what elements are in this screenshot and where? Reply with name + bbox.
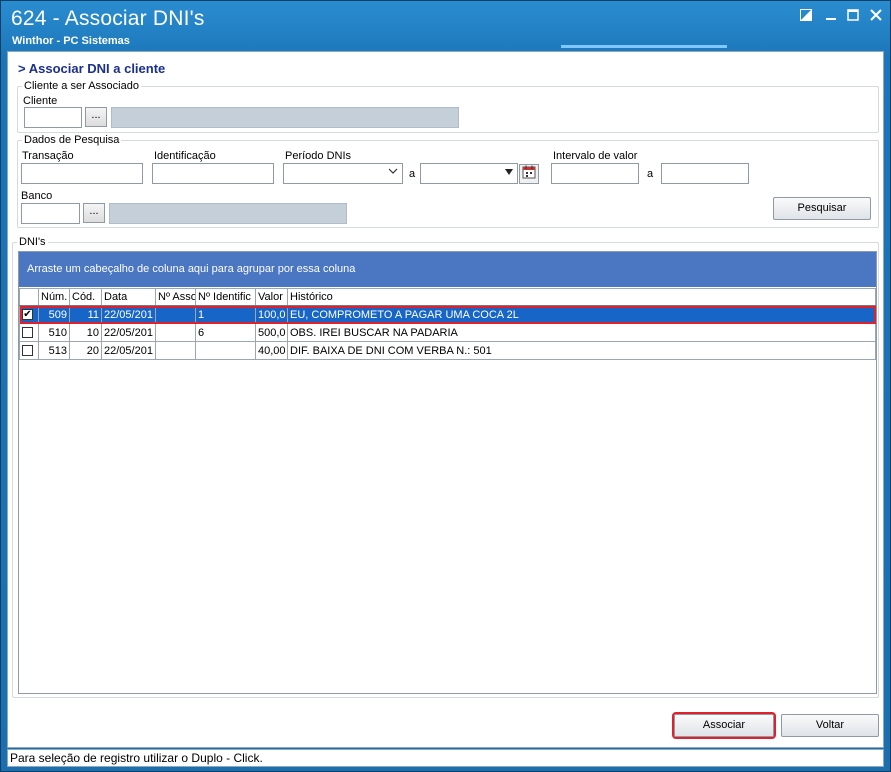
cell-ident: 6	[195, 323, 256, 342]
row-checkbox[interactable]	[22, 327, 33, 339]
column-header-cod[interactable]: Cód.	[69, 288, 102, 306]
calendar-icon[interactable]	[519, 164, 539, 184]
row-checkbox-cell[interactable]	[19, 323, 39, 342]
table-row[interactable]: ✔ 509 11 22/05/201 1 100,0 EU, COMPROMET…	[19, 305, 876, 324]
section-title: > Associar DNI a cliente	[18, 61, 166, 76]
column-header-historico[interactable]: Histórico	[287, 288, 876, 306]
intervalo-to-field[interactable]	[661, 163, 749, 184]
cell-ident	[195, 341, 256, 360]
cell-assoc	[155, 341, 196, 360]
table-header-row: Núm. Cód. Data Nº Associ Nº Identific Va…	[19, 288, 876, 306]
table-row[interactable]: 513 20 22/05/201 40,00 DIF. BAIXA DE DNI…	[19, 341, 876, 360]
restore-down-icon[interactable]	[797, 8, 815, 24]
cell-num: 509	[38, 305, 70, 324]
column-header-num[interactable]: Núm.	[38, 288, 70, 306]
status-bar: Para seleção de registro utilizar o Dupl…	[7, 749, 884, 767]
cell-cod: 10	[69, 323, 102, 342]
cliente-name-field	[111, 107, 459, 128]
column-header-assoc[interactable]: Nº Associ	[155, 288, 196, 306]
identificacao-field[interactable]	[152, 163, 274, 184]
row-checkbox-cell[interactable]: ✔	[19, 305, 39, 324]
title-accent-bar	[561, 45, 727, 48]
cell-valor: 500,0	[255, 323, 288, 342]
dni-grid: Arraste um cabeçalho de coluna aqui para…	[18, 251, 877, 694]
row-checkbox-checked[interactable]: ✔	[22, 309, 33, 321]
column-header-ident[interactable]: Nº Identific	[195, 288, 256, 306]
voltar-label: Voltar	[815, 719, 845, 731]
cell-valor: 100,0	[255, 305, 288, 324]
table-row[interactable]: 510 10 22/05/201 6 500,0 OBS. IREI BUSCA…	[19, 323, 876, 342]
cliente-group-legend: Cliente a ser Associado	[24, 80, 139, 92]
voltar-button[interactable]: Voltar	[781, 714, 879, 737]
pesquisa-group-legend: Dados de Pesquisa	[24, 134, 120, 146]
banco-code-field[interactable]	[21, 203, 80, 224]
intervalo-from-field[interactable]	[551, 163, 639, 184]
title-bar[interactable]: 624 - Associar DNI's Winthor - PC Sistem…	[1, 1, 890, 51]
minimize-icon[interactable]	[822, 8, 840, 24]
banco-lookup-button[interactable]: ...	[83, 203, 105, 223]
cliente-label: Cliente	[23, 95, 58, 107]
cell-num: 510	[38, 323, 70, 342]
transacao-field[interactable]	[21, 163, 143, 184]
pesquisar-button[interactable]: Pesquisar	[773, 197, 871, 220]
chevron-down-icon	[388, 167, 398, 177]
cell-historico: EU, COMPROMETO A PAGAR UMA COCA 2L	[287, 305, 876, 324]
cell-historico: DIF. BAIXA DE DNI COM VERBA N.: 501	[287, 341, 876, 360]
dnis-group-legend: DNI's	[19, 236, 46, 248]
periodo-separator: a	[409, 168, 416, 180]
cell-data: 22/05/201	[101, 341, 156, 360]
close-icon[interactable]	[867, 8, 885, 24]
row-checkbox[interactable]	[22, 345, 33, 357]
row-checkbox-cell[interactable]	[19, 341, 39, 360]
column-header-data[interactable]: Data	[101, 288, 156, 306]
cell-ident: 1	[195, 305, 256, 324]
column-header-valor[interactable]: Valor	[255, 288, 288, 306]
periodo-to-select[interactable]	[420, 163, 518, 184]
window-title: 624 - Associar DNI's	[11, 7, 205, 30]
column-header-check[interactable]	[19, 288, 39, 306]
app-window: 624 - Associar DNI's Winthor - PC Sistem…	[0, 0, 891, 772]
main-panel: > Associar DNI a cliente Cliente a ser A…	[7, 51, 884, 748]
associar-label: Associar	[702, 719, 746, 731]
intervalo-label: Intervalo de valor	[553, 150, 638, 162]
dropdown-arrow-icon	[505, 167, 513, 177]
dni-table: Núm. Cód. Data Nº Associ Nº Identific Va…	[19, 288, 876, 360]
cell-valor: 40,00	[255, 341, 288, 360]
cell-cod: 11	[69, 305, 102, 324]
cell-assoc	[155, 305, 196, 324]
banco-name-field	[109, 203, 347, 224]
cell-data: 22/05/201	[101, 305, 156, 324]
cliente-code-field[interactable]	[24, 107, 82, 128]
intervalo-separator: a	[647, 168, 654, 180]
cell-cod: 20	[69, 341, 102, 360]
banco-label: Banco	[21, 190, 53, 202]
identificacao-label: Identificação	[154, 150, 216, 162]
cell-historico: OBS. IREI BUSCAR NA PADARIA	[287, 323, 876, 342]
transacao-label: Transação	[22, 150, 74, 162]
cell-data: 22/05/201	[101, 323, 156, 342]
cell-assoc	[155, 323, 196, 342]
pesquisar-label: Pesquisar	[797, 202, 847, 214]
cliente-lookup-button[interactable]: ...	[85, 107, 107, 127]
periodo-from-select[interactable]	[283, 163, 403, 184]
window-subtitle: Winthor - PC Sistemas	[12, 35, 130, 47]
maximize-icon[interactable]	[844, 8, 862, 24]
cell-num: 513	[38, 341, 70, 360]
associar-button[interactable]: Associar	[672, 712, 776, 739]
group-by-panel[interactable]: Arraste um cabeçalho de coluna aqui para…	[19, 252, 876, 287]
periodo-label: Período DNIs	[285, 150, 352, 162]
